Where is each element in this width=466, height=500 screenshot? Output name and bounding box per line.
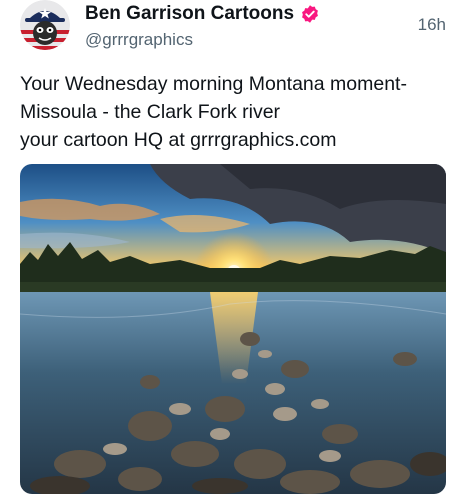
author-name-row: Ben Garrison Cartoons [85, 2, 320, 26]
verified-badge-icon [300, 4, 320, 24]
post-text-line: Missoula - the Clark Fork river [20, 101, 281, 123]
author-display-name[interactable]: Ben Garrison Cartoons [85, 2, 294, 26]
avatar[interactable] [20, 0, 70, 50]
post-text-line: Your Wednesday morning Montana moment- [20, 73, 407, 95]
post-timestamp[interactable]: 16h [418, 14, 446, 36]
post-text: Your Wednesday morning Montana moment- M… [20, 70, 452, 154]
post: Ben Garrison Cartoons @grrrgraphics 16h … [0, 0, 466, 500]
author-handle[interactable]: @grrrgraphics [85, 29, 193, 51]
post-photo[interactable] [20, 164, 446, 494]
post-text-line[interactable]: your cartoon HQ at grrrgraphics.com [20, 126, 452, 154]
